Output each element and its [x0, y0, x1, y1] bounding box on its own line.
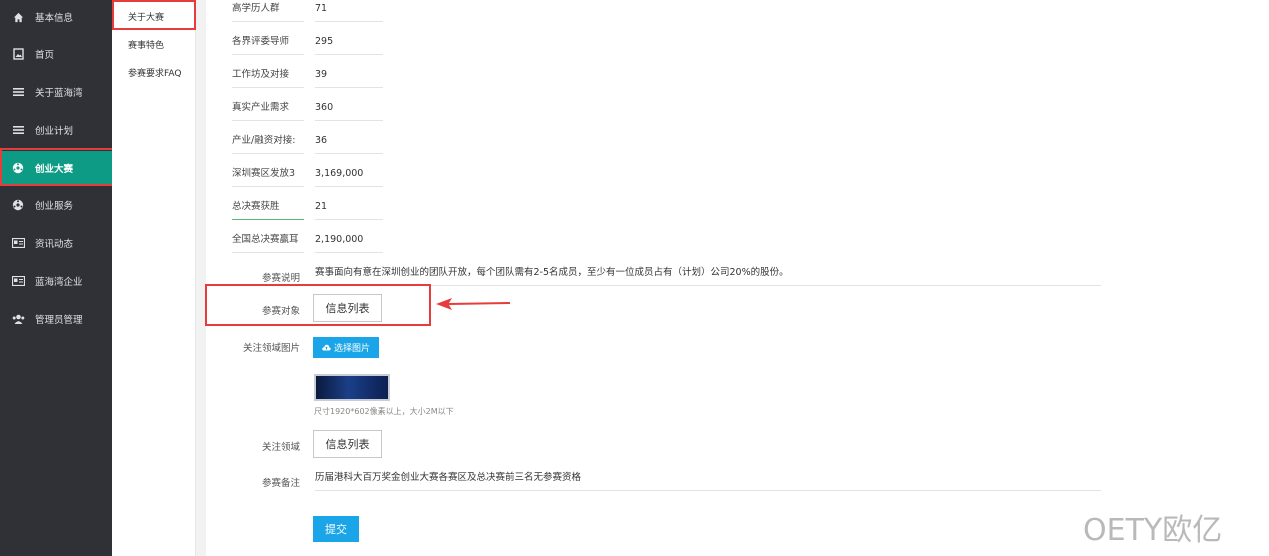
annotation-arrow-icon	[436, 298, 510, 310]
sidebar-item-label: 资讯动态	[35, 239, 74, 250]
stat-label: 各界评委导师	[232, 33, 304, 55]
cloud-upload-icon	[322, 344, 331, 351]
remark-input[interactable]: 历届港科大百万奖金创业大赛各赛区及总决赛前三名无参赛资格	[315, 469, 1101, 491]
stat-input[interactable]: 360	[315, 99, 383, 121]
stat-label: 真实产业需求	[232, 99, 304, 121]
field-list-button[interactable]: 信息列表	[313, 430, 382, 458]
submit-button[interactable]: 提交	[313, 516, 359, 542]
image-label: 关注领域图片	[242, 343, 300, 354]
desc-label: 参赛说明	[261, 273, 300, 284]
stat-input[interactable]: 36	[315, 132, 383, 154]
watermark: OETY欧亿	[1083, 513, 1223, 548]
choose-image-label: 选择图片	[333, 344, 370, 354]
stat-label: 全国总决赛赢耳	[232, 231, 304, 253]
sidebar-item-label: 蓝海湾企业	[35, 277, 83, 288]
sidebar-item-label: 创业计划	[35, 126, 74, 137]
remark-label: 参赛备注	[261, 478, 300, 489]
sidebar-item-startup-plan[interactable]: 创业计划	[0, 114, 112, 146]
sidebar-item-basic-info[interactable]: 基本信息	[0, 1, 112, 33]
image-file-icon	[11, 47, 25, 61]
sidebar-item-label: 创业服务	[35, 201, 74, 212]
stat-input[interactable]: 71	[315, 0, 383, 22]
sidebar: 基本信息 首页 关于蓝海湾 创业计划 创业大赛 创业服务 资讯动态 蓝海湾企业 …	[0, 0, 112, 556]
sidebar-item-bay-companies[interactable]: 蓝海湾企业	[0, 265, 112, 297]
active-nav-highlight	[0, 148, 116, 186]
stat-label: 产业/融资对接:	[232, 132, 304, 154]
sidebar-item-admin[interactable]: 管理员管理	[0, 303, 112, 335]
sidebar-item-about-bay[interactable]: 关于蓝海湾	[0, 76, 112, 108]
users-icon	[11, 312, 25, 326]
sidebar-item-label: 基本信息	[35, 13, 74, 24]
id-card-icon	[11, 274, 25, 288]
stat-label: 总决赛获胜	[232, 198, 304, 220]
bars-icon	[11, 123, 25, 137]
stat-label: 深圳赛区发放3	[232, 165, 304, 187]
sidebar-item-home[interactable]: 首页	[0, 38, 112, 70]
choose-image-button[interactable]: 选择图片	[313, 337, 379, 358]
main-form: 高学历人群 71 各界评委导师 295 工作坊及对接 39 真实产业需求 360…	[206, 0, 1269, 556]
stat-input[interactable]: 21	[315, 198, 383, 220]
desc-input[interactable]: 赛事面向有意在深圳创业的团队开放，每个团队需有2-5名成员，至少有一位成员占有（…	[315, 264, 1101, 286]
field-label: 关注领域	[261, 442, 300, 453]
stat-input[interactable]: 3,169,000	[315, 165, 383, 187]
stat-input[interactable]: 39	[315, 66, 383, 88]
subnav-item-faq[interactable]: 参赛要求FAQ	[128, 66, 181, 79]
sidebar-item-label: 管理员管理	[35, 315, 83, 326]
image-thumbnail[interactable]	[314, 374, 390, 401]
soccer-ball-icon	[11, 198, 25, 212]
image-size-hint: 尺寸1920*602像素以上，大小2M以下	[314, 407, 454, 416]
sidebar-item-startup-service[interactable]: 创业服务	[0, 189, 112, 221]
bars-icon	[11, 85, 25, 99]
sidebar-item-label: 首页	[35, 50, 55, 61]
annotation-highlight-box	[205, 284, 431, 326]
subnav: 关于大赛 赛事特色 参赛要求FAQ	[112, 0, 196, 556]
stat-input[interactable]: 2,190,000	[315, 231, 383, 253]
stat-label: 高学历人群	[232, 0, 304, 22]
subnav-item-features[interactable]: 赛事特色	[128, 38, 164, 51]
home-icon	[11, 10, 25, 24]
sidebar-item-label: 关于蓝海湾	[35, 88, 83, 99]
sidebar-item-news[interactable]: 资讯动态	[0, 227, 112, 259]
stat-label: 工作坊及对接	[232, 66, 304, 88]
id-card-icon	[11, 236, 25, 250]
stat-input[interactable]: 295	[315, 33, 383, 55]
active-subnav-highlight	[112, 0, 196, 30]
